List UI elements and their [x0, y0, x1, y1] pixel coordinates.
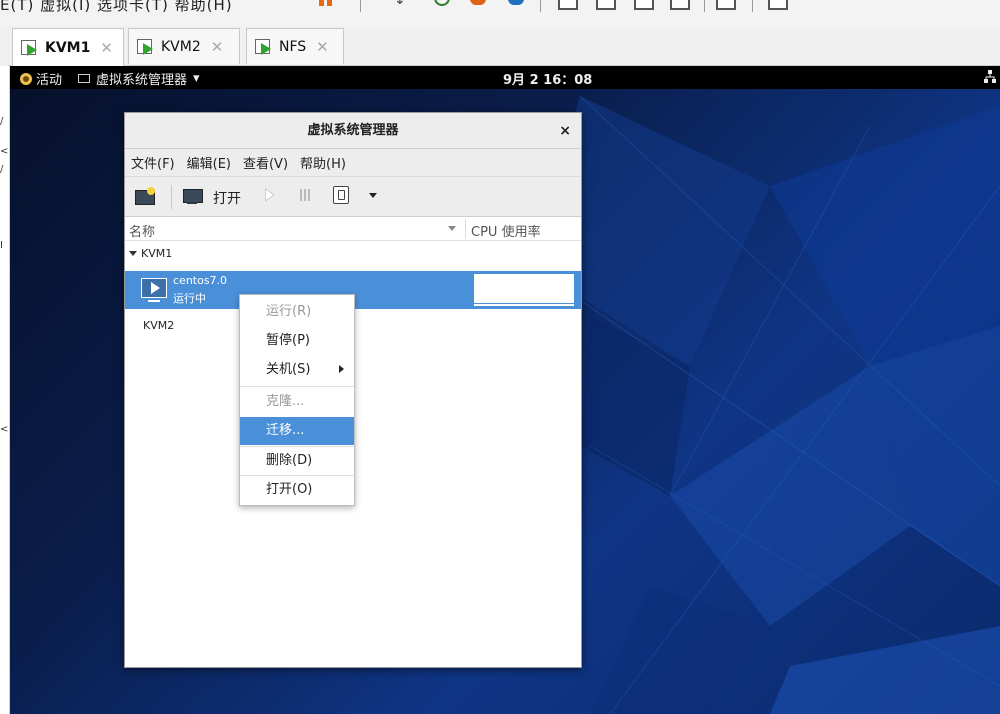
context-item-clone[interactable]: 克隆...: [240, 388, 354, 416]
column-header-cpu[interactable]: CPU 使用率: [471, 221, 541, 240]
app-menu[interactable]: 虚拟系统管理器 ▾: [78, 69, 200, 88]
context-item-open[interactable]: 打开(O): [240, 476, 354, 504]
toolbar-separator: [360, 0, 361, 12]
cpu-usage-graph: [473, 273, 575, 307]
snapshot-icon[interactable]: [432, 0, 450, 12]
fullscreen-icon[interactable]: [596, 0, 616, 10]
vm-running-icon: [141, 278, 167, 302]
snapshot-manager-icon[interactable]: [508, 0, 526, 12]
edge-char: <: [0, 424, 9, 435]
connection-row-kvm1[interactable]: KVM1: [129, 247, 172, 260]
open-button[interactable]: 打开: [213, 188, 241, 208]
tab-label: KVM1: [45, 39, 91, 56]
connection-name: KVM1: [141, 247, 173, 260]
context-item-delete[interactable]: 删除(D): [240, 447, 354, 475]
tab-nfs[interactable]: NFS ✕: [246, 28, 344, 64]
context-item-migrate[interactable]: 迁移...: [240, 417, 354, 445]
app-menu-label: 虚拟系统管理器: [96, 73, 188, 88]
close-icon[interactable]: ✕: [100, 39, 113, 57]
gnome-top-bar: 活动 虚拟系统管理器 ▾ 9月 2 16：08: [10, 66, 1000, 89]
toolbar-separator: [171, 185, 172, 209]
suspend-icon[interactable]: [318, 0, 334, 12]
context-item-pause[interactable]: 暂停(P): [240, 327, 354, 355]
edge-char: /: [0, 164, 4, 175]
tab-kvm2[interactable]: KVM2 ✕: [128, 28, 240, 64]
window-title: 虚拟系统管理器: [307, 123, 399, 138]
revert-snapshot-icon[interactable]: [470, 0, 488, 12]
context-item-shutdown[interactable]: 关机(S): [240, 356, 354, 384]
column-header-name[interactable]: 名称: [129, 221, 155, 240]
host-toolbar: E(T) 虚拟(I) 选项卡(T) 帮助(H) ⇣: [0, 0, 1000, 26]
send-keys-icon[interactable]: ⇣: [394, 0, 408, 8]
guest-desktop[interactable]: 活动 虚拟系统管理器 ▾ 9月 2 16：08 虚拟系统管理器 × 文件(F) …: [10, 66, 1000, 714]
menu-bar: 文件(F) 编辑(E) 查看(V) 帮助(H): [125, 149, 581, 177]
connection-row-kvm2[interactable]: KVM2: [143, 319, 174, 332]
vm-running-icon: [255, 38, 273, 55]
stretch-icon[interactable]: [670, 0, 690, 10]
monitor-icon[interactable]: [183, 187, 203, 205]
tab-label: KVM2: [161, 38, 201, 55]
expander-icon[interactable]: [129, 251, 137, 256]
window-toolbar: 打开: [125, 177, 581, 217]
gnome-foot-icon: [20, 72, 32, 85]
close-icon[interactable]: ✕: [316, 38, 329, 56]
pause-icon[interactable]: [300, 189, 310, 201]
menu-help[interactable]: 帮助(H): [300, 153, 346, 172]
vm-name: centos7.0: [173, 274, 228, 287]
edge-char: <: [0, 146, 9, 157]
menu-view[interactable]: 查看(V): [243, 153, 288, 172]
sort-indicator-icon: [448, 226, 456, 231]
list-header: 名称 CPU 使用率: [125, 217, 581, 241]
console-view-icon[interactable]: [558, 0, 578, 10]
vm-running-icon: [21, 39, 39, 56]
thumbnail-icon[interactable]: [716, 0, 736, 10]
edge-char: I: [0, 240, 3, 251]
vm-context-menu: 运行(R) 暂停(P) 关机(S) 克隆... 迁移... 删除(D) 打开(O…: [239, 294, 355, 506]
clock[interactable]: 9月 2 16：08: [503, 69, 592, 88]
vm-tab-strip: KVM1 ✕ KVM2 ✕ NFS ✕: [8, 26, 1000, 66]
activities-button[interactable]: 活动: [20, 69, 62, 88]
network-icon[interactable]: [984, 70, 996, 84]
edge-char: /: [0, 116, 4, 127]
new-vm-icon[interactable]: [135, 187, 155, 205]
menu-edit[interactable]: 编辑(E): [187, 153, 231, 172]
context-item-label: 关机(S): [266, 362, 311, 377]
chevron-down-icon: ▾: [193, 71, 200, 86]
run-icon[interactable]: [265, 188, 275, 202]
host-background-window: / < / I <: [0, 66, 10, 714]
close-icon[interactable]: ×: [559, 113, 571, 149]
tab-kvm1[interactable]: KVM1 ✕: [12, 28, 124, 66]
submenu-arrow-icon: [339, 365, 344, 373]
app-icon: [78, 74, 90, 83]
window-titlebar[interactable]: 虚拟系统管理器 ×: [125, 113, 581, 149]
vm-running-icon: [137, 38, 155, 55]
close-icon[interactable]: ✕: [211, 38, 224, 56]
toolbar-separator: [704, 0, 705, 12]
activities-label: 活动: [36, 73, 63, 88]
unity-icon[interactable]: [634, 0, 654, 10]
menu-separator: [240, 386, 354, 387]
host-menu-bar[interactable]: E(T) 虚拟(I) 选项卡(T) 帮助(H): [0, 0, 233, 15]
power-icon[interactable]: [333, 186, 349, 204]
menu-file[interactable]: 文件(F): [131, 153, 175, 172]
context-item-run[interactable]: 运行(R): [240, 298, 354, 326]
column-divider: [465, 219, 466, 239]
toolbar-separator: [540, 0, 541, 12]
tab-label: NFS: [279, 38, 307, 55]
chevron-down-icon[interactable]: [369, 193, 377, 198]
vm-status: 运行中: [173, 292, 206, 305]
library-icon[interactable]: [768, 0, 788, 10]
toolbar-separator: [752, 0, 753, 12]
